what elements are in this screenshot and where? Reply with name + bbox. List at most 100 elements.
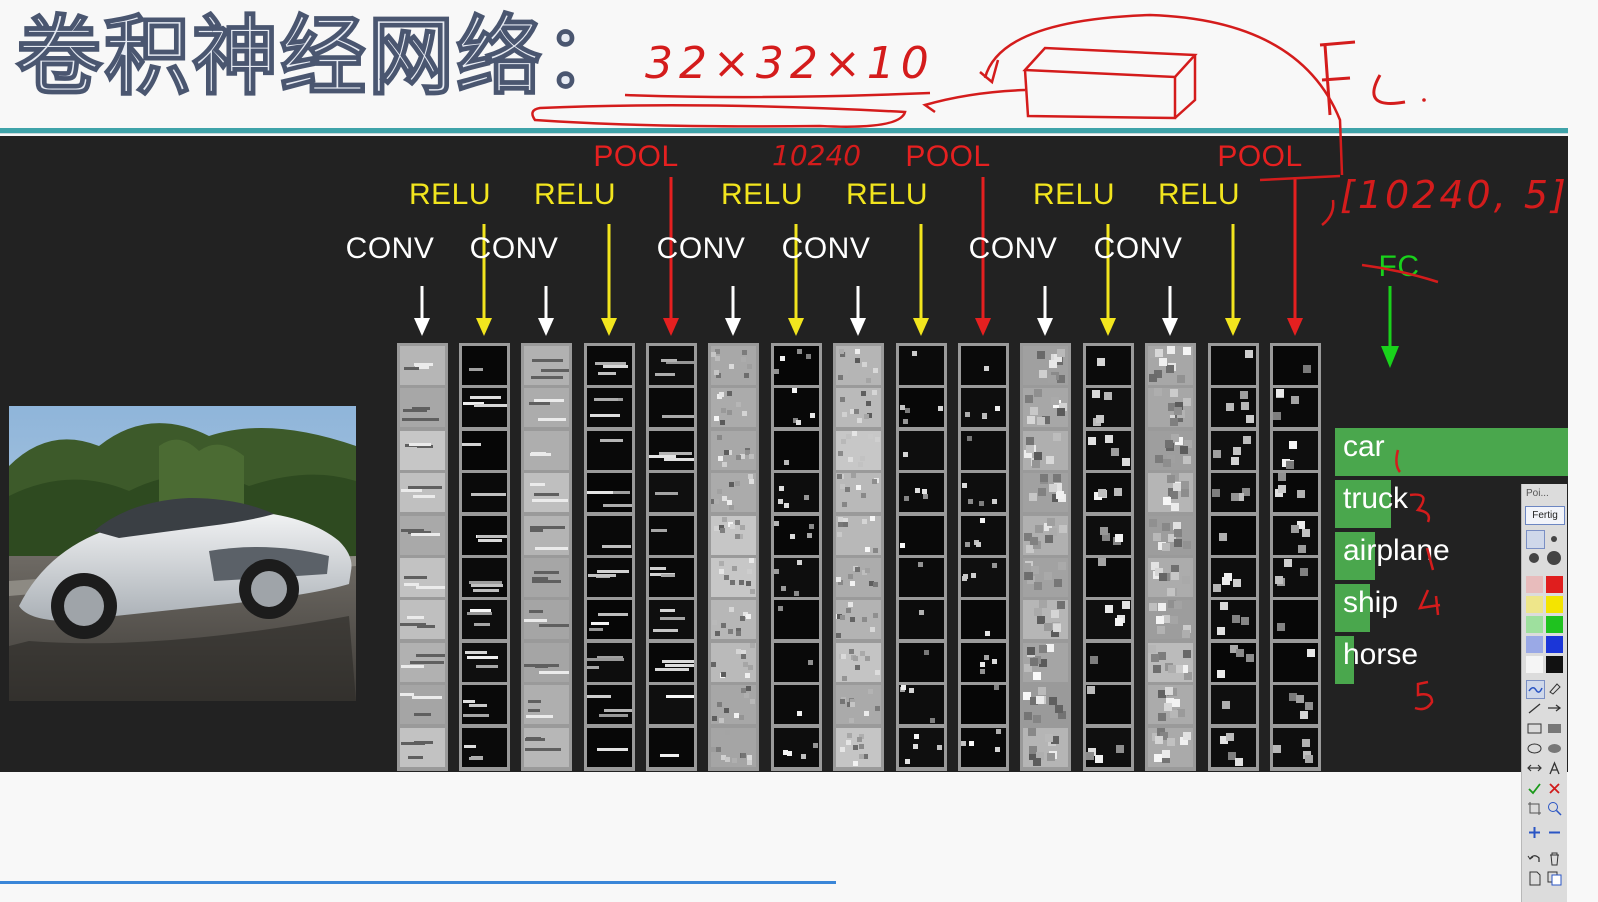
activation-map xyxy=(1273,727,1318,767)
pen-green-icon[interactable] xyxy=(1546,616,1563,633)
activation-map xyxy=(462,685,507,725)
activation-map xyxy=(1148,430,1193,470)
activation-map xyxy=(899,430,944,470)
pen-blue-icon[interactable] xyxy=(1546,636,1563,653)
activation-map xyxy=(524,600,569,640)
title-divider-shadow xyxy=(0,133,1568,134)
line-tool-icon[interactable] xyxy=(1526,700,1543,717)
activation-map xyxy=(1023,685,1068,725)
slide-title: 卷积神经网络： xyxy=(15,7,632,107)
rectangle-tool-icon[interactable] xyxy=(1526,720,1543,737)
cross-icon[interactable] xyxy=(1546,780,1563,797)
layer-label-conv: CONV xyxy=(469,232,559,265)
minus-icon[interactable] xyxy=(1546,824,1563,841)
activation-map xyxy=(711,430,756,470)
activation-map xyxy=(649,473,694,513)
activation-column-relu xyxy=(896,343,947,771)
highlighter-yellow-icon[interactable] xyxy=(1526,596,1543,613)
layer-label-relu: RELU xyxy=(533,178,617,211)
filled-ellipse-tool-icon[interactable] xyxy=(1546,740,1563,757)
layer-label-relu: RELU xyxy=(720,178,804,211)
pen-size-large-icon[interactable] xyxy=(1526,550,1543,567)
pen-black-icon[interactable] xyxy=(1546,656,1563,673)
activation-map xyxy=(1023,600,1068,640)
layer-label-conv: CONV xyxy=(781,232,871,265)
undo-icon[interactable] xyxy=(1526,850,1543,867)
eraser-icon[interactable] xyxy=(1546,680,1563,697)
freehand-tool-icon[interactable] xyxy=(1526,680,1545,699)
activation-map xyxy=(961,558,1006,597)
pen-size-medium-icon[interactable] xyxy=(1546,531,1563,548)
activation-map xyxy=(774,600,819,640)
layer-label-relu: RELU xyxy=(1157,178,1241,211)
activation-map xyxy=(462,515,507,555)
activation-map xyxy=(649,558,694,597)
layer-label-conv: CONV xyxy=(656,232,746,265)
activation-column-conv xyxy=(521,343,572,771)
pen-size-small-icon[interactable] xyxy=(1526,530,1545,549)
activation-map xyxy=(1086,388,1131,428)
copy-page-icon[interactable] xyxy=(1546,870,1563,887)
filled-rectangle-tool-icon[interactable] xyxy=(1546,720,1563,737)
activation-map xyxy=(1086,346,1131,385)
layer-arrow-relu xyxy=(601,224,617,336)
activation-map xyxy=(400,346,445,385)
activation-map xyxy=(711,558,756,597)
activation-map xyxy=(899,600,944,640)
activation-map xyxy=(711,727,756,767)
plus-icon[interactable] xyxy=(1526,824,1543,841)
activation-map xyxy=(1273,430,1318,470)
highlighter-blue-icon[interactable] xyxy=(1526,636,1543,653)
class-label: horse xyxy=(1343,638,1419,671)
activation-map xyxy=(1273,558,1318,597)
new-page-icon[interactable] xyxy=(1526,870,1543,887)
activation-map xyxy=(1086,727,1131,767)
activation-column-pool xyxy=(646,343,697,771)
activation-map xyxy=(774,558,819,597)
layer-label-pool: POOL xyxy=(1217,140,1303,173)
activation-map xyxy=(961,473,1006,513)
activation-map xyxy=(961,388,1006,428)
activation-map xyxy=(836,600,881,640)
arrow-tool-icon[interactable] xyxy=(1546,700,1563,717)
activation-map xyxy=(1273,346,1318,385)
pen-red-icon[interactable] xyxy=(1546,576,1563,593)
activation-map xyxy=(774,473,819,513)
activation-map xyxy=(836,430,881,470)
checkmark-icon[interactable] xyxy=(1526,780,1543,797)
layer-label-pool: POOL xyxy=(905,140,991,173)
layer-arrow-conv xyxy=(1162,286,1178,336)
double-arrow-tool-icon[interactable] xyxy=(1526,760,1543,777)
layer-label-conv: CONV xyxy=(968,232,1058,265)
activation-map xyxy=(400,473,445,513)
trash-icon[interactable] xyxy=(1546,850,1563,867)
crop-icon[interactable] xyxy=(1526,800,1543,817)
activation-map xyxy=(524,346,569,385)
activation-map xyxy=(587,473,632,513)
activation-column-conv xyxy=(833,343,884,771)
activation-map xyxy=(774,388,819,428)
activation-map xyxy=(1148,388,1193,428)
highlighter-green-icon[interactable] xyxy=(1526,616,1543,633)
layer-arrow-conv xyxy=(414,286,430,336)
activation-map xyxy=(961,430,1006,470)
activation-map xyxy=(961,600,1006,640)
pen-size-xlarge-icon[interactable] xyxy=(1546,550,1563,567)
activation-map xyxy=(649,430,694,470)
palette-done-button[interactable]: Fertig xyxy=(1525,506,1565,525)
zoom-icon[interactable] xyxy=(1546,800,1563,817)
pen-white-icon[interactable] xyxy=(1526,656,1543,673)
activation-map xyxy=(836,558,881,597)
activation-map xyxy=(587,430,632,470)
activation-map xyxy=(774,515,819,555)
highlighter-red-icon[interactable] xyxy=(1526,576,1543,593)
text-tool-icon[interactable] xyxy=(1546,760,1563,777)
activation-map xyxy=(1086,430,1131,470)
activation-column-conv xyxy=(1020,343,1071,771)
ellipse-tool-icon[interactable] xyxy=(1526,740,1543,757)
activation-map xyxy=(711,473,756,513)
car-photo xyxy=(9,406,356,701)
pen-yellow-icon[interactable] xyxy=(1546,596,1563,613)
activation-map xyxy=(1023,473,1068,513)
activation-map xyxy=(961,642,1006,682)
